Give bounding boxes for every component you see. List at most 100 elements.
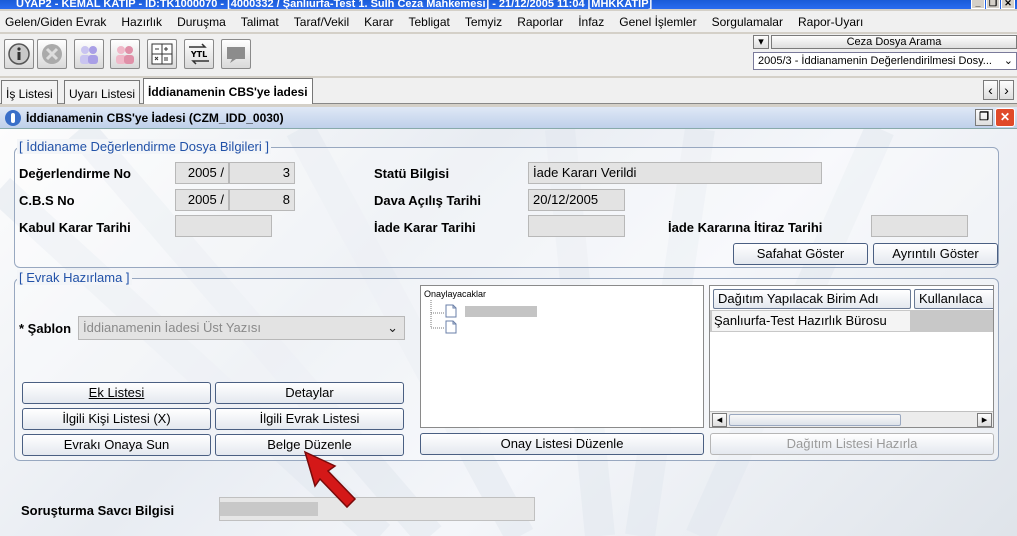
grid-cell-birim-adi: Şanlıurfa-Test Hazırlık Bürosu bbox=[712, 311, 910, 331]
table-row[interactable]: Şanlıurfa-Test Hazırlık Bürosu bbox=[710, 310, 993, 332]
cbs-year-field: 2005 / bbox=[175, 189, 229, 211]
info-button[interactable] bbox=[4, 39, 34, 69]
restore-window-button[interactable]: ❐ bbox=[975, 109, 993, 126]
search-dropdown-toggle[interactable]: ▾ bbox=[753, 35, 769, 49]
minimize-icon[interactable]: _ bbox=[971, 0, 985, 9]
chevron-down-icon: ⌄ bbox=[1003, 55, 1013, 67]
degerlendirme-number-field: 3 bbox=[229, 162, 295, 184]
restore-icon[interactable]: ❐ bbox=[986, 0, 1000, 9]
window-title-bar: UYAP2 - KEMAL KATIP - ID:TK1000070 - [40… bbox=[0, 0, 1017, 9]
restore-icon: ❐ bbox=[979, 111, 989, 123]
tab-scroll-left[interactable]: ‹ bbox=[983, 80, 998, 100]
menu-temyiz[interactable]: Temyiz bbox=[465, 15, 502, 29]
message-button[interactable] bbox=[221, 39, 251, 69]
onaylayacaklar-tree[interactable]: Onaylayacaklar bbox=[420, 285, 704, 428]
menu-rapor-uyari[interactable]: Rapor-Uyarı bbox=[798, 15, 863, 29]
kabul-karar-tarihi-field bbox=[175, 215, 272, 237]
users-icon bbox=[80, 46, 98, 64]
dagitim-grid: Dağıtım Yapılacak Birim Adı Kullanılaca … bbox=[709, 285, 994, 428]
document-icon bbox=[445, 320, 457, 334]
stop-button[interactable] bbox=[37, 39, 67, 69]
user-group-button[interactable] bbox=[110, 39, 140, 69]
tab-uyari-listesi[interactable]: Uyarı Listesi bbox=[64, 80, 141, 104]
ek-listesi-label: Ek Listesi bbox=[88, 385, 145, 400]
menu-taraf-vekil[interactable]: Taraf/Vekil bbox=[294, 15, 349, 29]
statu-bilgisi-field: İade Kararı Verildi bbox=[528, 162, 822, 184]
iade-karar-tarihi-label: İade Karar Tarihi bbox=[374, 220, 476, 235]
ytl-converter-icon: YTL bbox=[189, 43, 209, 65]
tab-is-listesi[interactable]: İş Listesi bbox=[1, 80, 58, 104]
detaylar-button[interactable]: Detaylar bbox=[215, 382, 404, 404]
menu-karar[interactable]: Karar bbox=[364, 15, 393, 29]
chevron-down-icon: ⌄ bbox=[387, 320, 398, 335]
svg-text:YTL: YTL bbox=[190, 50, 207, 59]
sorusturma-savci-label: Soruşturma Savcı Bilgisi bbox=[21, 503, 175, 518]
dagitim-listesi-hazirla-button: Dağıtım Listesi Hazırla bbox=[710, 433, 994, 455]
chevron-left-icon: ‹ bbox=[988, 82, 993, 98]
ytl-converter-button[interactable]: YTL bbox=[184, 39, 214, 69]
menu-hazirlik[interactable]: Hazırlık bbox=[121, 15, 162, 29]
safahat-goster-button[interactable]: Safahat Göster bbox=[733, 243, 868, 265]
menu-infaz[interactable]: İnfaz bbox=[578, 15, 604, 29]
stop-icon bbox=[42, 44, 62, 64]
tab-iddianame-iadesi[interactable]: İddianamenin CBS'ye İadesi bbox=[143, 78, 313, 104]
scroll-thumb[interactable] bbox=[729, 414, 901, 426]
ek-listesi-button[interactable]: Ek Listesi bbox=[22, 382, 211, 404]
dava-acilis-tarihi-field: 20/12/2005 bbox=[528, 189, 625, 211]
close-window-button[interactable]: ✕ bbox=[995, 108, 1015, 127]
inner-window-title: İddianamenin CBS'ye İadesi (CZM_IDD_0030… bbox=[26, 111, 284, 125]
section-title: [ İddianame Değerlendirme Dosya Bilgiler… bbox=[17, 139, 272, 154]
close-icon: ✕ bbox=[999, 110, 1011, 124]
menu-durusma[interactable]: Duruşma bbox=[177, 15, 226, 29]
message-icon bbox=[227, 47, 245, 63]
users-button[interactable] bbox=[74, 39, 104, 69]
form-icon bbox=[5, 110, 21, 126]
case-select-value: 2005/3 - İddianamenin Değerlendirilmesi … bbox=[758, 55, 992, 67]
sablon-select-value: İddianamenin İadesi Üst Yazısı bbox=[83, 320, 262, 335]
grid-header-kullanilacak[interactable]: Kullanılaca bbox=[914, 289, 993, 309]
toolbar: YTL ▾ Ceza Dosya Arama 2005/3 - İddianam… bbox=[0, 34, 1017, 76]
close-icon[interactable]: ✕ bbox=[1001, 0, 1015, 9]
horizontal-scrollbar[interactable]: ◂ ▸ bbox=[710, 411, 993, 427]
scroll-left-button[interactable]: ◂ bbox=[712, 413, 727, 427]
redacted-name bbox=[465, 306, 537, 317]
onay-listesi-duzenle-button[interactable]: Onay Listesi Düzenle bbox=[420, 433, 704, 455]
chevron-down-icon: ▾ bbox=[758, 36, 764, 48]
tab-bar: İş Listesi Uyarı Listesi İddianamenin CB… bbox=[0, 78, 1017, 104]
main-content: [ İddianame Değerlendirme Dosya Bilgiler… bbox=[0, 129, 1017, 536]
ilgili-evrak-listesi-button[interactable]: İlgili Evrak Listesi bbox=[215, 408, 404, 430]
sablon-select[interactable]: İddianamenin İadesi Üst Yazısı ⌄ bbox=[78, 316, 405, 340]
menu-talimat[interactable]: Talimat bbox=[241, 15, 279, 29]
inner-window-title-bar: İddianamenin CBS'ye İadesi (CZM_IDD_0030… bbox=[0, 107, 1017, 129]
dava-acilis-tarihi-label: Dava Açılış Tarihi bbox=[374, 193, 481, 208]
scroll-right-button[interactable]: ▸ bbox=[977, 413, 992, 427]
degerlendirme-year-field: 2005 / bbox=[175, 162, 229, 184]
itiraz-tarihi-field bbox=[871, 215, 968, 237]
sablon-label: * Şablon bbox=[19, 321, 72, 336]
menu-tebligat[interactable]: Tebligat bbox=[408, 15, 449, 29]
chevron-right-icon: ▸ bbox=[981, 414, 988, 426]
info-icon bbox=[8, 43, 30, 65]
sorusturma-savci-field bbox=[219, 497, 535, 521]
case-search-button[interactable]: Ceza Dosya Arama bbox=[771, 35, 1017, 49]
chevron-left-icon: ◂ bbox=[716, 414, 723, 426]
section-title: [ Evrak Hazırlama ] bbox=[17, 270, 132, 285]
menu-gelen-giden-evrak[interactable]: Gelen/Giden Evrak bbox=[5, 15, 106, 29]
evraki-onaya-sun-button[interactable]: Evrakı Onaya Sun bbox=[22, 434, 211, 456]
grid-header-birim-adi[interactable]: Dağıtım Yapılacak Birim Adı bbox=[713, 289, 911, 309]
cbs-number-field: 8 bbox=[229, 189, 295, 211]
statu-bilgisi-label: Statü Bilgisi bbox=[374, 166, 450, 181]
ilgili-kisi-listesi-button[interactable]: İlgili Kişi Listesi (X) bbox=[22, 408, 211, 430]
case-select[interactable]: 2005/3 - İddianamenin Değerlendirilmesi … bbox=[753, 52, 1017, 70]
menu-sorgulamalar[interactable]: Sorgulamalar bbox=[712, 15, 783, 29]
ayrintili-goster-button[interactable]: Ayrıntılı Göster bbox=[873, 243, 998, 265]
calculator-button[interactable] bbox=[147, 39, 177, 69]
menu-genel-islemler[interactable]: Genel İşlemler bbox=[619, 15, 696, 29]
menu-bar: Gelen/Giden Evrak Hazırlık Duruşma Talim… bbox=[0, 11, 1017, 33]
window-title: UYAP2 - KEMAL KATIP - ID:TK1000070 - [40… bbox=[16, 0, 653, 9]
tab-scroll-right[interactable]: › bbox=[999, 80, 1014, 100]
menu-raporlar[interactable]: Raporlar bbox=[517, 15, 563, 29]
calculator-icon bbox=[151, 43, 173, 65]
chevron-right-icon: › bbox=[1004, 82, 1009, 98]
document-icon bbox=[445, 304, 457, 318]
